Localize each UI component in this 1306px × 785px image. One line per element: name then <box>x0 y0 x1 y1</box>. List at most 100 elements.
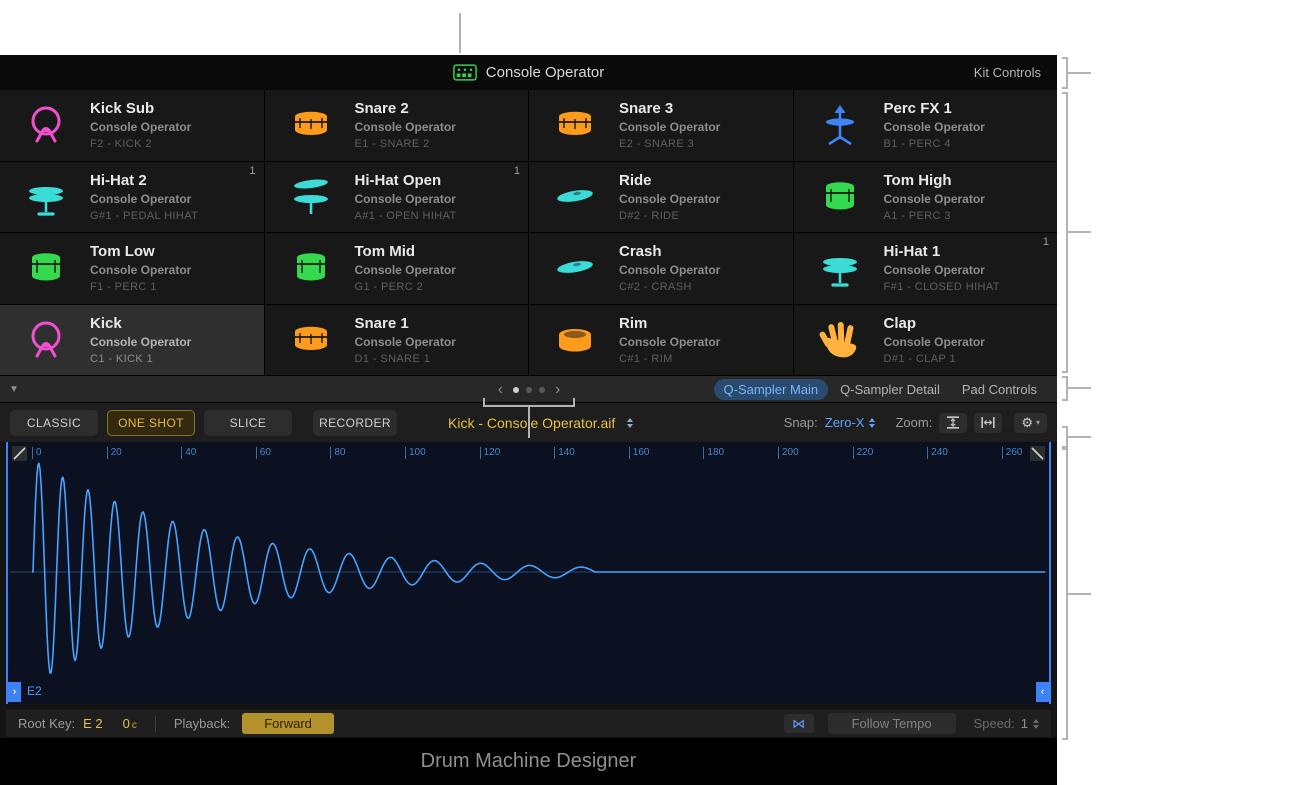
speed-control[interactable]: Speed:1 <box>974 716 1039 731</box>
pad-name: Hi-Hat 1 <box>884 243 1000 260</box>
pad-clap[interactable]: ClapConsole OperatorD#1 - CLAP 1 <box>794 305 1058 376</box>
pad-rim[interactable]: RimConsole OperatorC#1 - RIM <box>529 305 793 376</box>
mode-one-shot-button[interactable]: ONE SHOT <box>107 410 195 436</box>
action-menu-button[interactable]: ⚙▾ <box>1014 413 1047 433</box>
waveform-plot[interactable] <box>8 442 1049 704</box>
callout-stem-grid <box>1068 231 1091 233</box>
zoom-vertical-icon <box>946 416 960 429</box>
ruler-label: 220 <box>853 447 874 459</box>
mode-slice-button[interactable]: SLICE <box>204 410 292 436</box>
pad-name: Tom Low <box>90 243 191 260</box>
page-dots[interactable] <box>513 387 545 393</box>
sample-end-marker[interactable]: ‹ <box>1036 682 1049 702</box>
pad-snare-1[interactable]: Snare 1Console OperatorD1 - SNARE 1 <box>265 305 529 376</box>
snare-drum-icon <box>287 101 335 149</box>
pad-snare-3[interactable]: Snare 3Console OperatorE2 - SNARE 3 <box>529 90 793 161</box>
callout-stem-editor <box>1068 593 1091 595</box>
kit-controls-tab[interactable]: Kit Controls <box>974 55 1041 90</box>
pad-key: C1 - KICK 1 <box>90 353 191 365</box>
ruler-label: 80 <box>330 447 345 459</box>
pad-engine: Console Operator <box>884 192 985 206</box>
rim-drum-icon <box>551 316 599 364</box>
snap-stepper-icon <box>869 418 875 428</box>
pad-key: D#2 - RIDE <box>619 210 720 222</box>
kick-drum-icon <box>22 101 70 149</box>
plugin-title: Drum Machine Designer <box>421 750 637 773</box>
pad-tom-mid[interactable]: Tom MidConsole OperatorG1 - PERC 2 <box>265 233 529 304</box>
ruler-label: 120 <box>480 447 501 459</box>
pad-hi-hat-2[interactable]: Hi-Hat 2Console OperatorG#1 - PEDAL HIHA… <box>0 162 264 233</box>
follow-tempo-button[interactable]: Follow Tempo <box>828 713 956 734</box>
waveform-display[interactable]: 020406080100120140160180200220240260 › ‹… <box>6 442 1051 704</box>
hihat-icon <box>816 244 864 292</box>
tab-q-sampler-main[interactable]: Q-Sampler Main <box>714 379 829 400</box>
sample-start-marker[interactable]: › <box>8 682 21 702</box>
mode-classic-button[interactable]: CLASSIC <box>10 410 98 436</box>
mode-recorder-button[interactable]: RECORDER <box>313 410 397 436</box>
zoom-horizontal-button[interactable] <box>974 413 1002 433</box>
pad-ride[interactable]: RideConsole OperatorD#2 - RIDE <box>529 162 793 233</box>
pad-engine: Console Operator <box>619 192 720 206</box>
tab-q-sampler-detail[interactable]: Q-Sampler Detail <box>830 379 950 400</box>
ruler-label: 100 <box>405 447 426 459</box>
speed-label: Speed: <box>974 716 1015 731</box>
playback-label: Playback: <box>174 716 230 731</box>
pad-key: E2 - SNARE 3 <box>619 138 720 150</box>
ruler-label: 160 <box>629 447 650 459</box>
pad-engine: Console Operator <box>884 120 985 134</box>
callout-stem-header <box>1068 72 1091 74</box>
pad-key: G#1 - PEDAL HIHAT <box>90 210 198 222</box>
pad-perc-fx-1[interactable]: Perc FX 1Console OperatorB1 - PERC 4 <box>794 90 1058 161</box>
root-key-value[interactable]: E 2 <box>83 716 103 731</box>
page-prev-icon[interactable]: ‹ <box>498 382 503 398</box>
page-dot[interactable] <box>526 387 532 393</box>
zoom-vertical-button[interactable] <box>939 413 967 433</box>
callout-bracket-pager <box>483 398 575 407</box>
pad-engine: Console Operator <box>90 263 191 277</box>
collapse-triangle-icon[interactable]: ▼ <box>9 376 19 403</box>
ruler-label: 260 <box>1002 447 1023 459</box>
gear-icon: ⚙ <box>1021 416 1033 429</box>
pad-badge: 1 <box>514 165 520 177</box>
pad-key: B1 - PERC 4 <box>884 138 985 150</box>
snap-label: Snap: <box>784 415 818 430</box>
pad-snare-2[interactable]: Snare 2Console OperatorE1 - SNARE 2 <box>265 90 529 161</box>
tab-pad-controls[interactable]: Pad Controls <box>952 379 1047 400</box>
fade-in-handle[interactable] <box>12 446 27 461</box>
pad-engine: Console Operator <box>90 335 191 349</box>
pad-name: Kick <box>90 315 191 332</box>
sample-file-selector[interactable]: Kick - Console Operator.aif <box>448 403 633 443</box>
pad-key: E1 - SNARE 2 <box>355 138 456 150</box>
page-dot[interactable] <box>513 387 519 393</box>
pad-engine: Console Operator <box>90 120 191 134</box>
flex-bowtie-button[interactable]: ⋈ <box>784 714 814 733</box>
pad-kick[interactable]: Kick Console Operator C1 - KICK 1 <box>0 305 264 376</box>
pad-key: F2 - KICK 2 <box>90 138 191 150</box>
pad-name: Clap <box>884 315 985 332</box>
pad-name: Snare 1 <box>355 315 456 332</box>
ride-cymbal-icon <box>551 173 599 221</box>
playback-direction-button[interactable]: Forward <box>242 713 334 734</box>
sample-file-name: Kick - Console Operator.aif <box>448 415 615 431</box>
callout-stem-pager <box>528 407 530 438</box>
pad-tom-high[interactable]: Tom HighConsole OperatorA1 - PERC 3 <box>794 162 1058 233</box>
snap-select[interactable]: Zero-X <box>825 415 876 430</box>
pad-hi-hat-open[interactable]: Hi-Hat OpenConsole OperatorA#1 - OPEN HI… <box>265 162 529 233</box>
fade-out-handle[interactable] <box>1030 446 1045 461</box>
tune-unit: c <box>132 720 137 731</box>
view-tabs: Q-Sampler Main Q-Sampler Detail Pad Cont… <box>714 376 1048 403</box>
pad-engine: Console Operator <box>884 263 1000 277</box>
pad-tom-low[interactable]: Tom LowConsole OperatorF1 - PERC 1 <box>0 233 264 304</box>
snap-value: Zero-X <box>825 415 865 430</box>
pad-key: C#2 - CRASH <box>619 281 720 293</box>
pad-hi-hat-1[interactable]: Hi-Hat 1Console OperatorF#1 - CLOSED HIH… <box>794 233 1058 304</box>
speed-stepper-icon <box>1033 719 1039 729</box>
page-dot[interactable] <box>539 387 545 393</box>
pad-crash[interactable]: CrashConsole OperatorC#2 - CRASH <box>529 233 793 304</box>
root-key-label: Root Key: <box>18 716 75 731</box>
tune-field[interactable]: 0c <box>123 716 137 731</box>
pad-kick-sub[interactable]: Kick SubConsole OperatorF2 - KICK 2 <box>0 90 264 161</box>
tom-drum-icon <box>287 244 335 292</box>
page-next-icon[interactable]: › <box>555 382 560 398</box>
pad-key: A#1 - OPEN HIHAT <box>355 210 457 222</box>
